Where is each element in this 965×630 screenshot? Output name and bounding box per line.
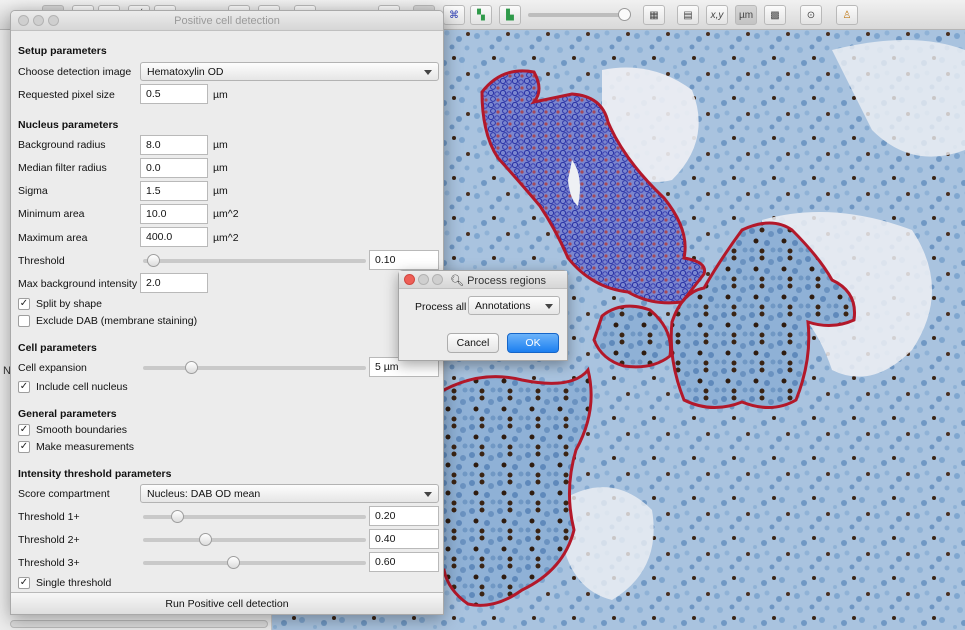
setup-heading: Setup parameters [18,45,107,57]
threshold-2-slider[interactable] [143,533,366,546]
score-compartment-label: Score compartment [18,488,110,500]
threshold-slider[interactable] [143,254,366,267]
median-filter-field[interactable]: 0.0 [140,158,208,178]
max-background-label: Max background intensity [18,278,138,290]
threshold-1-field[interactable]: 0.20 [369,506,439,526]
zoom-slider[interactable] [528,8,631,21]
threshold-3-slider[interactable] [143,556,366,569]
sigma-field[interactable]: 1.5 [140,181,208,201]
include-nucleus-checkbox[interactable]: ✓ [18,381,30,393]
zoom-slider-knob[interactable] [618,8,631,21]
maximum-area-unit: µm^2 [213,232,239,244]
intensity-heading: Intensity threshold parameters [18,468,172,480]
pixel-size-unit: µm [213,89,228,101]
window-titlebar[interactable]: Positive cell detection [11,11,443,31]
cell-heading: Cell parameters [18,342,97,354]
max-background-field[interactable]: 2.0 [140,273,208,293]
score-compartment-select[interactable]: Nucleus: DAB OD mean [140,484,439,503]
maximum-area-field[interactable]: 400.0 [140,227,208,247]
minimum-area-label: Minimum area [18,208,85,220]
positive-cell-detection-window: Positive cell detection Setup parameters… [10,10,444,615]
include-nucleus-label: Include cell nucleus [36,381,128,393]
detection-image-label: Choose detection image [18,66,132,78]
threshold-2-field[interactable]: 0.40 [369,529,439,549]
process-regions-title-text: Process regions [467,275,546,287]
score-compartment-value: Nucleus: DAB OD mean [147,488,261,500]
run-detection-button[interactable]: Run Positive cell detection [11,592,443,614]
threshold-label: Threshold [18,255,65,267]
process-all-select[interactable]: Annotations [468,296,560,315]
single-threshold-checkbox[interactable]: ✓ [18,577,30,589]
maximum-area-label: Maximum area [18,232,88,244]
make-measurements-checkbox[interactable]: ✓ [18,441,30,453]
process-regions-title: 🔍︎ Process regions [450,275,546,287]
cell-expansion-slider[interactable] [143,361,366,374]
single-threshold-label: Single threshold [36,577,112,589]
exclude-dab-checkbox[interactable] [18,315,30,327]
process-all-label: Process all [415,301,467,313]
show-overview-icon[interactable]: ▦ [643,5,665,25]
settings-icon[interactable]: ⊙ [800,5,822,25]
general-heading: General parameters [18,408,117,420]
cancel-button[interactable]: Cancel [447,333,499,353]
split-by-shape-label: Split by shape [36,298,102,310]
chevron-down-icon [545,304,553,309]
threshold-3-field[interactable]: 0.60 [369,552,439,572]
smooth-boundaries-checkbox[interactable]: ✓ [18,424,30,436]
show-coordinates-icon[interactable]: x,y [706,5,728,25]
median-filter-label: Median filter radius [18,162,107,174]
threshold-2-label: Threshold 2+ [18,534,80,546]
threshold-2-slider-knob[interactable] [199,533,213,546]
ok-button[interactable]: OK [507,333,559,353]
window-title: Positive cell detection [174,15,280,27]
show-tma-grid-icon[interactable]: ⌘ [443,5,465,25]
pixel-size-field[interactable]: 0.5 [140,84,208,104]
threshold-1-slider-knob[interactable] [170,510,184,523]
cell-expansion-label: Cell expansion [18,362,87,374]
process-regions-window: 🔍︎ Process regions Process all Annotatio… [398,270,568,361]
make-measurements-label: Make measurements [36,441,135,453]
unit-label: µm [738,9,754,21]
sigma-label: Sigma [18,185,48,197]
threshold-1-label: Threshold 1+ [18,511,80,523]
detection-image-select[interactable]: Hematoxylin OD [140,62,439,81]
scalebar-icon[interactable]: µm [735,5,757,25]
minimum-area-field[interactable]: 10.0 [140,204,208,224]
smooth-boundaries-label: Smooth boundaries [36,424,128,436]
log-icon[interactable]: ♙ [836,5,858,25]
chevron-down-icon [424,492,432,497]
show-grid-icon[interactable]: ▩ [764,5,786,25]
threshold-1-slider[interactable] [143,510,366,523]
background-radius-field[interactable]: 8.0 [140,135,208,155]
split-by-shape-checkbox[interactable]: ✓ [18,298,30,310]
threshold-field[interactable]: 0.10 [369,250,439,270]
nucleus-heading: Nucleus parameters [18,119,119,131]
background-radius-label: Background radius [18,139,106,151]
coord-label: x,y [710,9,724,21]
show-detections-icon[interactable]: ▚ [470,5,492,25]
process-regions-titlebar[interactable]: 🔍︎ Process regions [399,271,567,289]
pixel-size-label: Requested pixel size [18,89,115,101]
sigma-unit: µm [213,185,228,197]
threshold-3-label: Threshold 3+ [18,557,80,569]
threshold-3-slider-knob[interactable] [227,556,240,569]
background-radius-unit: µm [213,139,228,151]
fill-detections-icon[interactable]: ▙ [499,5,521,25]
detection-image-value: Hematoxylin OD [147,66,224,78]
horizontal-scrollbar[interactable] [10,620,268,628]
process-all-value: Annotations [475,300,531,312]
median-filter-unit: µm [213,162,228,174]
minimum-area-unit: µm^2 [213,208,239,220]
show-pixel-classification-icon[interactable]: ▤ [677,5,699,25]
chevron-down-icon [424,70,432,75]
exclude-dab-label: Exclude DAB (membrane staining) [36,315,198,327]
threshold-slider-knob[interactable] [147,254,161,267]
cell-expansion-slider-knob[interactable] [185,361,198,374]
